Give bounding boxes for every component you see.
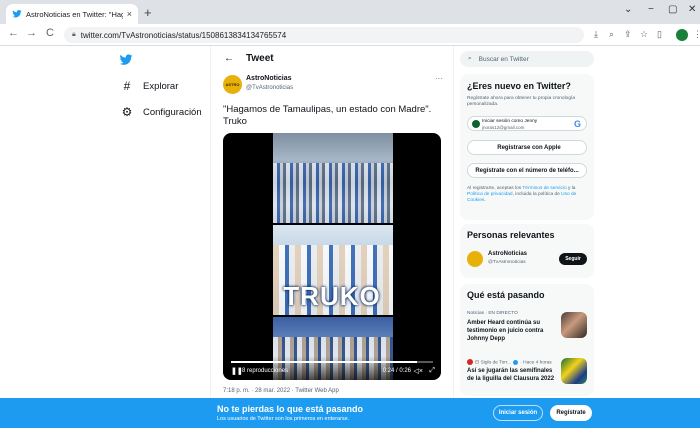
register-button[interactable]: Regístrate [550, 405, 592, 421]
trend-source: El Siglo de Torr... · Hace 4 horas [467, 359, 552, 365]
apple-signup-label: Registrarse con Apple [497, 144, 561, 151]
restore-button[interactable]: ▢ [668, 4, 677, 15]
profile-avatar[interactable] [676, 29, 688, 41]
twitter-favicon-icon [12, 10, 22, 18]
minimize-button[interactable]: − [648, 4, 654, 15]
banner-subtitle: Los usuarios de Twitter son los primeros… [217, 416, 350, 422]
twitter-logo-icon[interactable] [118, 53, 134, 67]
video-views: 8 reproducciones [242, 368, 289, 374]
browser-tab[interactable]: AstroNoticias en Twitter: "Haga × [6, 4, 138, 24]
video-overlay-text: TRUKO [283, 281, 381, 311]
fullscreen-icon[interactable]: ⤢ [429, 367, 435, 375]
tab-search-chevron-icon[interactable]: ⌄ [624, 4, 632, 15]
browser-tab-bar: AstroNoticias en Twitter: "Haga × + ⌄ − … [0, 0, 700, 24]
video-player[interactable]: TRUKO ❚❚ 8 reproducciones 0:24 / 0:26 ◁×… [223, 133, 441, 380]
sidebar-item-explore[interactable]: # Explorar [121, 79, 179, 93]
signup-title: ¿Eres nuevo en Twitter? [467, 81, 571, 91]
star-icon[interactable]: ☆ [640, 29, 648, 40]
hashtag-icon: # [123, 79, 131, 93]
download-icon[interactable]: ⤓ [594, 29, 598, 40]
trend-source-name: El Siglo de Torr... [475, 360, 512, 366]
google-signin-button[interactable]: Iniciar sesión como Jenny jnoras12@gmail… [467, 116, 587, 131]
phone-signup-button[interactable]: Regístrate con el número de teléfo... [467, 163, 587, 178]
tweet-meta: 7:18 p. m. · 28 mar. 2022 · Twitter Web … [223, 388, 339, 394]
signup-banner: No te pierdas lo que está pasando Los us… [0, 398, 700, 428]
video-time: 0:24 / 0:26 [382, 368, 411, 374]
google-signin-email: jnoras12@gmail.com [482, 125, 525, 130]
back-arrow-icon[interactable]: ← [224, 53, 234, 64]
relevant-avatar[interactable] [467, 251, 483, 267]
legal-prefix: Al registrarte, aceptas los [467, 186, 523, 191]
verified-icon [513, 359, 519, 365]
close-window-button[interactable]: ✕ [688, 4, 696, 15]
search-placeholder: Buscar en Twitter [478, 55, 529, 63]
privacy-link[interactable]: Política de privacidad [467, 192, 513, 197]
relevant-title: Personas relevantes [467, 230, 555, 240]
url-field[interactable]: 🔒︎ twitter.com/TvAstronoticias/status/15… [64, 27, 584, 43]
zoom-icon[interactable]: ⌕ [609, 29, 614, 40]
legal-mid2: , incluida la política de [512, 192, 562, 197]
reload-button[interactable]: C [46, 27, 54, 39]
sidebar-item-settings[interactable]: ⚙ Configuración [121, 105, 202, 119]
url-text: twitter.com/TvAstronoticias/status/15086… [80, 30, 287, 40]
page-title: Tweet [246, 53, 274, 64]
tab-title: AstroNoticias en Twitter: "Haga [26, 9, 123, 19]
search-input[interactable]: ⌕ Buscar en Twitter [460, 51, 594, 67]
legal-end: . [484, 198, 486, 203]
sidebar-item-label: Configuración [143, 106, 202, 118]
gear-icon: ⚙ [121, 105, 133, 119]
login-button[interactable]: Iniciar sesión [493, 405, 543, 421]
video-frame-crowd [273, 133, 393, 223]
trends-title: Qué está pasando [467, 290, 545, 300]
relevant-people-card: Personas relevantes AstroNoticias @TvAst… [460, 224, 594, 278]
search-icon: ⌕ [468, 55, 472, 62]
more-options-icon[interactable]: ··· [435, 74, 443, 83]
follow-button[interactable]: Seguir [559, 253, 587, 265]
forward-button[interactable]: → [26, 27, 37, 39]
trend-thumbnail [561, 312, 587, 338]
relevant-name[interactable]: AstroNoticias [488, 251, 527, 257]
author-avatar[interactable]: ASTRO [223, 75, 242, 94]
trend-category: Noticias · EN DIRECTO [467, 311, 518, 316]
trends-card: Qué está pasando Noticias · EN DIRECTO A… [460, 284, 594, 396]
share-icon[interactable]: ⇪ [624, 29, 632, 40]
apple-signup-button[interactable]: Registrarse con Apple [467, 140, 587, 155]
author-name[interactable]: AstroNoticias [246, 75, 292, 82]
legal-mid: y la [566, 186, 576, 191]
relevant-handle[interactable]: @TvAstronoticias [488, 260, 526, 265]
trend-thumbnail [561, 358, 587, 384]
tweet-text: "Hagamos de Tamaulipas, un estado con Ma… [223, 104, 432, 127]
google-account-avatar [472, 120, 480, 128]
terms-link[interactable]: Términos de servicio [522, 186, 566, 191]
tab-icon[interactable]: ▯ [657, 29, 662, 40]
legal-text: Al registrarte, aceptas los Términos de … [467, 186, 589, 204]
address-bar-row: ← → C 🔒︎ twitter.com/TvAstronoticias/sta… [0, 24, 700, 46]
video-progress-fill [231, 361, 417, 363]
pause-icon[interactable]: ❚❚ [231, 367, 243, 375]
source-logo-icon [467, 359, 473, 365]
phone-signup-label: Regístrate con el número de teléfo... [475, 167, 579, 174]
author-handle[interactable]: @TvAstronoticias [246, 85, 293, 91]
lock-icon: 🔒︎ [72, 31, 76, 38]
google-icon: G [573, 119, 581, 129]
menu-icon[interactable]: ⋮ [693, 29, 700, 40]
trend-title: Así se jugarán las semifinales de la lig… [467, 368, 555, 382]
back-button[interactable]: ← [8, 27, 19, 39]
google-signin-line1: Iniciar sesión como Jenny [482, 119, 538, 124]
tab-close-icon[interactable]: × [127, 9, 132, 19]
new-tab-button[interactable]: + [144, 5, 152, 20]
volume-icon[interactable]: ◁× [414, 367, 423, 375]
trend-title: Amber Heard continúa su testimonio en ju… [467, 320, 544, 342]
trend-time: · Hace 4 horas [520, 360, 552, 366]
sidebar-item-label: Explorar [143, 80, 179, 92]
signup-subtitle: Regístrate ahora para obtener tu propia … [467, 96, 576, 107]
signup-card: ¿Eres nuevo en Twitter? Regístrate ahora… [460, 74, 594, 220]
banner-title: No te pierdas lo que está pasando [217, 404, 364, 414]
video-progress-bar[interactable] [231, 361, 433, 363]
